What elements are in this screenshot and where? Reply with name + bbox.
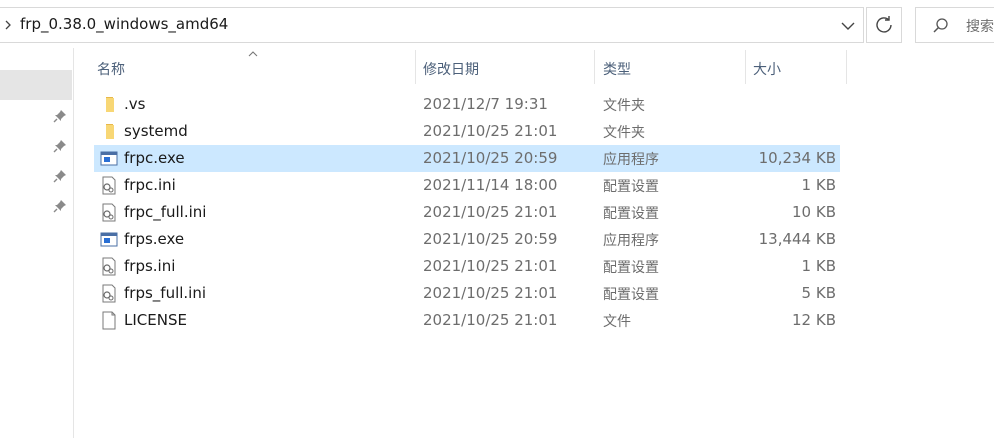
file-name: frpc_full.ini (124, 203, 207, 221)
file-type: 配置设置 (603, 260, 659, 276)
file-date: 2021/10/25 20:59 (423, 230, 558, 248)
file-row[interactable]: .vs 2021/12/7 19:31 文件夹 (94, 91, 840, 118)
file-date: 2021/10/25 21:01 (423, 257, 558, 275)
nav-selected-item[interactable] (0, 70, 72, 100)
file-size: 5 KB (801, 284, 836, 302)
file-date: 2021/12/7 19:31 (423, 95, 548, 113)
search-placeholder: 搜索 (966, 19, 994, 35)
column-header-size[interactable]: 大小 (746, 48, 846, 84)
pin-icon[interactable] (52, 198, 68, 214)
address-toolbar: frp_0.38.0_windows_amd64 搜索 (0, 0, 994, 48)
file-row[interactable]: frpc.exe 2021/10/25 20:59 应用程序 10,234 KB (94, 145, 840, 172)
file-name: frps_full.ini (124, 284, 207, 302)
file-type: 文件夹 (603, 98, 645, 114)
file-name: frpc.ini (124, 176, 176, 194)
ini-icon (100, 257, 118, 276)
file-type: 应用程序 (603, 152, 659, 168)
refresh-icon (876, 16, 892, 33)
address-bar[interactable]: frp_0.38.0_windows_amd64 (0, 7, 864, 43)
file-size: 10,234 KB (758, 149, 836, 167)
file-row[interactable]: frps_full.ini 2021/10/25 21:01 配置设置 5 KB (94, 280, 840, 307)
file-row[interactable]: systemd 2021/10/25 21:01 文件夹 (94, 118, 840, 145)
search-box[interactable]: 搜索 (915, 7, 994, 43)
ini-icon (100, 203, 118, 222)
chevron-down-icon[interactable] (833, 8, 863, 42)
column-date-label: 修改日期 (423, 62, 479, 78)
file-row[interactable]: frpc_full.ini 2021/10/25 21:01 配置设置 10 KB (94, 199, 840, 226)
file-name: .vs (124, 95, 146, 113)
file-size: 12 KB (792, 311, 836, 329)
ini-icon (100, 284, 118, 303)
file-row[interactable]: LICENSE 2021/10/25 21:01 文件 12 KB (94, 307, 840, 334)
exe-icon (100, 230, 118, 249)
column-type-label: 类型 (603, 62, 631, 78)
folder-icon (100, 95, 118, 114)
column-header-date[interactable]: 修改日期 (416, 48, 594, 84)
file-size: 1 KB (801, 176, 836, 194)
file-name: LICENSE (124, 311, 187, 329)
column-size-label: 大小 (753, 62, 781, 78)
pin-icon[interactable] (52, 168, 68, 184)
folder-icon (100, 122, 118, 141)
file-type: 文件夹 (603, 125, 645, 141)
file-row[interactable]: frps.ini 2021/10/25 21:01 配置设置 1 KB (94, 253, 840, 280)
refresh-button[interactable] (866, 7, 902, 43)
column-header-type[interactable]: 类型 (595, 48, 745, 84)
pin-icon[interactable] (52, 108, 68, 124)
ini-icon (100, 176, 118, 195)
file-type: 文件 (603, 314, 631, 330)
file-name: frps.ini (124, 257, 176, 275)
file-date: 2021/11/14 18:00 (423, 176, 558, 194)
file-row[interactable]: frpc.ini 2021/11/14 18:00 配置设置 1 KB (94, 172, 840, 199)
search-icon (933, 18, 948, 33)
file-size: 13,444 KB (758, 230, 836, 248)
file-type: 配置设置 (603, 206, 659, 222)
file-type: 配置设置 (603, 287, 659, 303)
file-name: systemd (124, 122, 188, 140)
column-header-name[interactable]: 名称 (94, 48, 414, 84)
file-name: frps.exe (124, 230, 185, 248)
navigation-pane (0, 48, 74, 438)
file-size: 1 KB (801, 257, 836, 275)
file-type: 应用程序 (603, 233, 659, 249)
column-name-label: 名称 (97, 62, 125, 78)
file-icon (100, 311, 118, 330)
file-size: 10 KB (792, 203, 836, 221)
file-date: 2021/10/25 20:59 (423, 149, 558, 167)
exe-icon (100, 149, 118, 168)
pin-icon[interactable] (52, 138, 68, 154)
file-name: frpc.exe (124, 149, 185, 167)
file-row[interactable]: frps.exe 2021/10/25 20:59 应用程序 13,444 KB (94, 226, 840, 253)
file-type: 配置设置 (603, 179, 659, 195)
file-date: 2021/10/25 21:01 (423, 284, 558, 302)
column-divider[interactable] (846, 50, 847, 84)
chevron-right-icon[interactable] (2, 17, 16, 33)
file-date: 2021/10/25 21:01 (423, 203, 558, 221)
address-path[interactable]: frp_0.38.0_windows_amd64 (20, 15, 228, 33)
file-date: 2021/10/25 21:01 (423, 122, 558, 140)
file-date: 2021/10/25 21:01 (423, 311, 558, 329)
